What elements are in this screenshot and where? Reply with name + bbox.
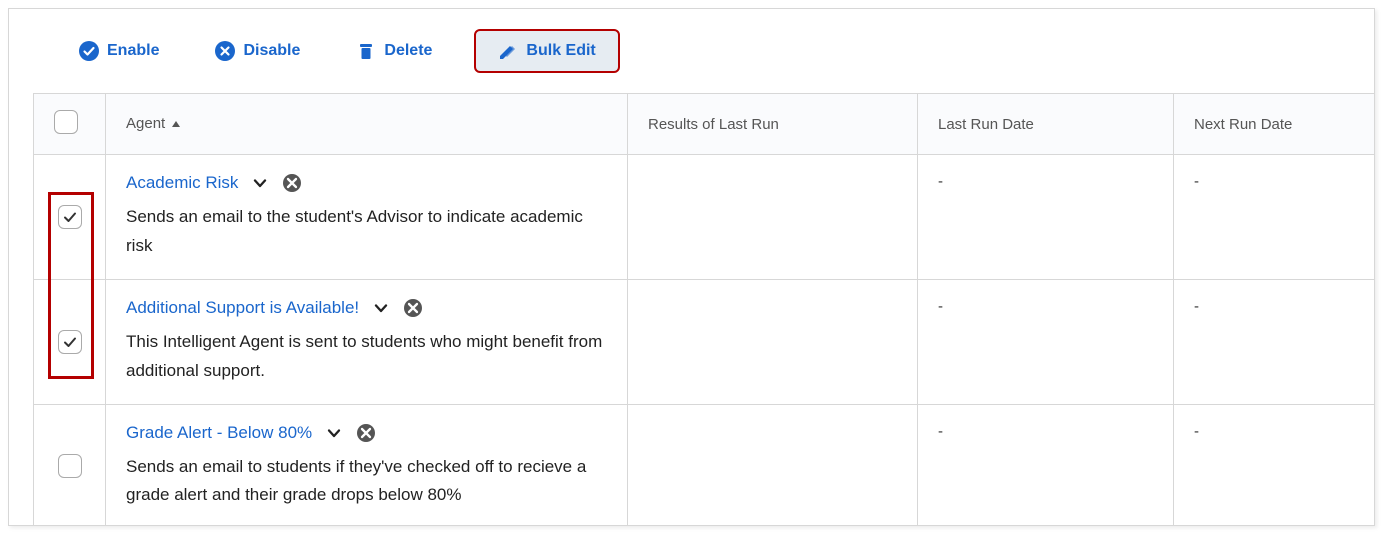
disable-label: Disable [243,42,300,60]
results-cell [628,155,918,280]
column-last-run[interactable]: Last Run Date [918,94,1174,155]
agent-link[interactable]: Additional Support is Available! [126,298,359,318]
agent-cell: Grade Alert - Below 80% Sends an email t… [106,404,628,526]
agent-cell: Additional Support is Available! This In… [106,279,628,404]
trash-icon [356,41,376,61]
table-header-row: Agent Results of Last Run Last Run Date … [34,94,1375,155]
column-agent-label: Agent [126,115,165,132]
disabled-status-icon [403,298,423,318]
table-row: Additional Support is Available! This In… [34,279,1375,404]
results-cell [628,279,918,404]
row-check-cell [34,155,106,280]
row-checkbox[interactable] [58,205,82,229]
next-run-cell: - [1174,279,1375,404]
table-row: Academic Risk Sends an email to the stud… [34,155,1375,280]
chevron-down-icon[interactable] [326,425,342,441]
results-cell [628,404,918,526]
select-all-checkbox[interactable] [54,110,78,134]
x-circle-icon [215,41,235,61]
disabled-status-icon [356,423,376,443]
last-run-cell: - [918,279,1174,404]
enable-label: Enable [107,42,159,60]
row-checkbox[interactable] [58,330,82,354]
bulk-edit-icon [498,41,518,61]
disable-button[interactable]: Disable [201,33,314,69]
column-agent[interactable]: Agent [106,94,628,155]
chevron-down-icon[interactable] [373,300,389,316]
agents-table: Agent Results of Last Run Last Run Date … [33,93,1374,526]
column-last-run-label: Last Run Date [938,116,1034,133]
row-check-cell [34,279,106,404]
row-check-cell [34,404,106,526]
agent-description: Sends an email to the student's Advisor … [126,203,607,261]
toolbar: Enable Disable Delete Bulk Edit [9,9,1374,93]
bulk-edit-button[interactable]: Bulk Edit [474,29,619,73]
sort-asc-icon [171,116,181,133]
column-results[interactable]: Results of Last Run [628,94,918,155]
next-run-cell: - [1174,155,1375,280]
table-row: Grade Alert - Below 80% Sends an email t… [34,404,1375,526]
chevron-down-icon[interactable] [252,175,268,191]
check-circle-icon [79,41,99,61]
agent-cell: Academic Risk Sends an email to the stud… [106,155,628,280]
column-next-run-label: Next Run Date [1194,116,1292,133]
bulk-edit-label: Bulk Edit [526,42,595,60]
select-all-cell [34,94,106,155]
agent-link[interactable]: Academic Risk [126,173,238,193]
enable-button[interactable]: Enable [65,33,173,69]
agent-link[interactable]: Grade Alert - Below 80% [126,423,312,443]
column-next-run[interactable]: Next Run Date [1174,94,1375,155]
column-results-label: Results of Last Run [648,116,779,133]
row-checkbox[interactable] [58,454,82,478]
delete-label: Delete [384,42,432,60]
agent-description: Sends an email to students if they've ch… [126,453,607,511]
last-run-cell: - [918,404,1174,526]
disabled-status-icon [282,173,302,193]
delete-button[interactable]: Delete [342,33,446,69]
agent-description: This Intelligent Agent is sent to studen… [126,328,607,386]
last-run-cell: - [918,155,1174,280]
next-run-cell: - [1174,404,1375,526]
